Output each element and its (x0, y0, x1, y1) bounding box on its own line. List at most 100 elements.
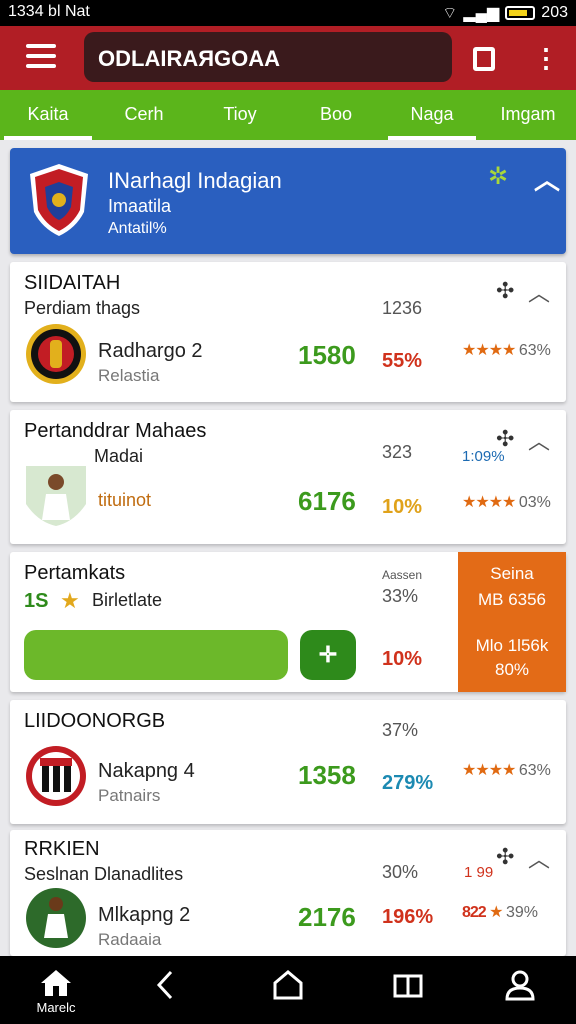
match-card[interactable]: Pertanddrar Mahaes Madai 323 1:09% ✣ ︿ t… (10, 410, 566, 544)
more-icon[interactable]: ⋮ (528, 40, 564, 76)
match-card[interactable]: SIIDAITAH Perdiam thags 1236 ✣ ︿ Radharg… (10, 262, 566, 402)
recents-icon[interactable] (378, 968, 438, 1018)
star-icons: ★ (489, 904, 503, 921)
match-card[interactable]: RRKIEN Seslnan Dlanadlites 30% 1 99 ✣ ︿ … (10, 830, 566, 956)
nav-home-label: Marelc (36, 1000, 76, 1015)
rating-stars: 822 ★ 39% (462, 902, 538, 922)
promo-panel[interactable]: Seina MB 6356 Mlo 1l56k 80% (458, 552, 566, 692)
progress-bar[interactable] (24, 630, 288, 680)
card-subheader: Seslnan Dlanadlites (24, 864, 184, 884)
tab-tioy[interactable]: Tioy (192, 90, 288, 140)
share-icon[interactable] (466, 40, 502, 76)
rating-pct: 63% (518, 342, 551, 359)
menu-icon[interactable] (26, 44, 56, 70)
team-pct: 196% (382, 906, 434, 928)
chevron-up-icon[interactable]: ︿ (534, 160, 560, 197)
team-pct: 279% (382, 772, 434, 794)
hero-subtitle: Imaatila (108, 196, 172, 216)
plus-icon[interactable]: ✛ (300, 630, 356, 680)
team-sub: Relastia (98, 366, 160, 385)
promo-line-2: MB 6356 (477, 590, 547, 609)
promo-line-3: Mlo 1l56k (475, 636, 549, 655)
tab-boo[interactable]: Boo (288, 90, 384, 140)
team-pct: 55% (382, 350, 423, 372)
settings-gear-icon[interactable]: ✲ (488, 162, 508, 191)
player-photo-icon (26, 888, 86, 948)
card-header: LIIDOONORGB (24, 710, 166, 732)
settings-gear-icon[interactable]: ✣ (496, 278, 514, 304)
search-input[interactable]: ODLAIRAЯGOAA (84, 32, 452, 82)
card-top-pct: 1236 (382, 298, 423, 318)
chevron-up-icon[interactable]: ︿ (528, 276, 550, 308)
bottom-navigation: Marelc (0, 956, 576, 1024)
rating-prefix: 822 (462, 904, 487, 921)
status-time: 1334 bl Nat (8, 3, 90, 20)
team-sub: Radaaia (98, 930, 162, 949)
team-name: Nakapng 4 (98, 760, 195, 782)
promo-line-4: 80% (494, 660, 530, 679)
profile-icon[interactable] (490, 968, 550, 1018)
team-crest-icon (30, 164, 88, 236)
hero-meta: Antatil% (108, 220, 167, 237)
featured-team-card[interactable]: INarhagl Indagian Imaatila Antatil% ✲ ︿ (10, 148, 566, 254)
card-subheader: Perdiam thags (24, 298, 141, 318)
rating-stars: ★★★★ 63% (462, 340, 551, 360)
rating-pct: 63% (518, 762, 551, 779)
status-right-text: 203 (541, 4, 568, 21)
rating-stars: ★★★★ 03% (462, 492, 551, 512)
card-extra-value: 1 99 (464, 864, 494, 881)
tab-cerh[interactable]: Cerh (96, 90, 192, 140)
battery-icon (505, 6, 536, 20)
settings-gear-icon[interactable]: ✣ (496, 426, 514, 452)
card-caption: tituinot (98, 490, 152, 510)
promo-line-1: Seina (490, 564, 534, 583)
card-header: SIIDAITAH (24, 272, 121, 294)
home-icon (41, 970, 71, 996)
team-score: 2176 (298, 902, 356, 932)
card-top-pct: 33% (382, 586, 419, 606)
card-top-pct: 30% (382, 862, 419, 882)
card-top-pct: 37% (382, 720, 419, 740)
status-right: ⌔ ▂▄▆ 203 (442, 3, 568, 23)
match-card[interactable]: Pertamkats 1S ★ Birletlate Aassen 33% ✛ … (10, 552, 566, 692)
tab-naga[interactable]: Naga (384, 90, 480, 140)
status-bar: 1334 bl Nat ⌔ ▂▄▆ 203 (0, 0, 576, 26)
rating-stars: ★★★★ 63% (462, 760, 551, 780)
card-header: RRKIEN (24, 838, 100, 860)
tab-imgam[interactable]: Imgam (480, 90, 576, 140)
match-card[interactable]: LIIDOONORGB 37% Nakapng 4 Patnairs 1358 … (10, 700, 566, 824)
chevron-up-icon[interactable]: ︿ (528, 424, 550, 456)
card-subheader: Birletlate (92, 590, 163, 610)
home-outline-icon[interactable] (258, 968, 318, 1018)
team-logo-icon (26, 324, 86, 384)
team-name: Radhargo 2 (98, 340, 203, 362)
tab-bar: Kaita Cerh Tioy Boo Naga Imgam (0, 90, 576, 140)
tab-kaita[interactable]: Kaita (0, 90, 96, 140)
settings-gear-icon[interactable]: ✣ (496, 844, 514, 870)
team-sub: Patnairs (98, 786, 161, 805)
star-icons: ★★★★ (462, 762, 516, 779)
team-score: 1358 (298, 760, 356, 790)
chevron-up-icon[interactable]: ︿ (528, 842, 550, 874)
star-icons: ★★★★ (462, 342, 516, 359)
signal-icon: ▂▄▆ (463, 5, 500, 22)
nav-home[interactable]: Marelc (26, 968, 86, 1018)
star-icon: ★ (60, 588, 80, 613)
team-logo-icon (26, 746, 86, 806)
card-top-pct: 323 (382, 442, 413, 462)
team-score: 6176 (298, 486, 356, 516)
rating-pct: 39% (505, 904, 538, 921)
team-pct: 10% (382, 496, 423, 518)
star-icons: ★★★★ (462, 494, 516, 511)
card-sub-prefix: 1S (24, 590, 49, 612)
hero-title: INarhagl Indagian (108, 168, 282, 193)
rating-pct: 03% (518, 494, 551, 511)
card-header: Pertanddrar Mahaes (24, 420, 207, 442)
card-subheader: Madai (94, 446, 144, 466)
team-name: Mlkapng 2 (98, 904, 191, 926)
app-bar: ODLAIRAЯGOAA ⋮ (0, 26, 576, 90)
team-pct: 10% (382, 648, 423, 670)
team-score: 1580 (298, 340, 356, 370)
player-photo-icon (26, 466, 86, 526)
back-icon[interactable] (136, 968, 196, 1018)
